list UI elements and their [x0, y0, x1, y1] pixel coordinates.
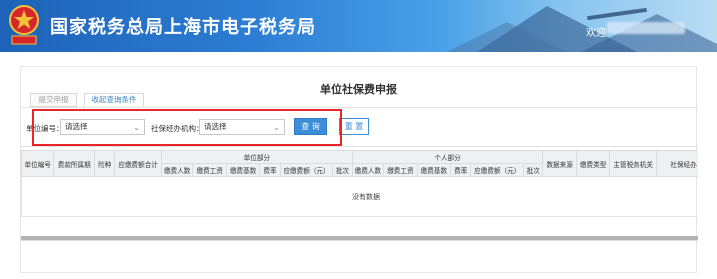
column-header[interactable]: 缴费人数 [160, 163, 194, 177]
welcome-text: 欢迎 [586, 28, 606, 39]
column-header[interactable]: 应缴费额（元） [470, 163, 525, 177]
column-header[interactable]: 社保经办 [656, 150, 698, 177]
main-panel: 单位社保费申报 提交申报 收起查询条件 单位编号： 请选择 ⌄ 社保经办机构： … [20, 66, 698, 273]
column-header[interactable]: 费率 [259, 163, 281, 177]
reset-button[interactable]: 重 置 [339, 118, 369, 135]
highlight-box [32, 109, 342, 146]
column-header[interactable]: 缴费人数 [351, 163, 385, 177]
column-header[interactable]: 应缴费额合计 [114, 150, 162, 177]
site-title: 国家税务总局上海市电子税务局 [50, 17, 316, 38]
group-header-unit: 单位部分 [160, 150, 353, 164]
tab-submit-declaration[interactable]: 提交申报 [30, 93, 77, 107]
column-header[interactable]: 数据来源 [542, 150, 577, 177]
tab-collapse-query[interactable]: 收起查询条件 [84, 93, 144, 107]
username-redacted [607, 22, 685, 34]
column-header[interactable]: 费款所属期 [53, 150, 96, 177]
column-header[interactable]: 费率 [450, 163, 472, 177]
data-table: 单位编号 费款所属期 险种 应缴费额合计 单位部分 个人部分 数据来源 缴费类型… [21, 150, 698, 230]
divider [21, 240, 698, 241]
column-header[interactable]: 缴费类型 [575, 150, 611, 177]
column-header[interactable]: 缴费基数 [416, 163, 452, 177]
empty-message: 没有数据 [21, 176, 698, 217]
column-header[interactable]: 批次 [332, 163, 353, 177]
tax-emblem-icon [9, 5, 39, 45]
column-header[interactable]: 缴费工资 [192, 163, 227, 177]
column-header[interactable]: 缴费基数 [225, 163, 261, 177]
mountain-decoration [447, 22, 567, 52]
column-header[interactable]: 批次 [523, 163, 544, 177]
group-header-personal: 个人部分 [351, 150, 544, 164]
site-header: 国家税务总局上海市电子税务局 欢迎 [0, 0, 717, 52]
column-header[interactable]: 主管税务机关 [609, 150, 658, 177]
column-header[interactable]: 单位编号 [21, 150, 55, 177]
column-header[interactable]: 应缴费额（元） [279, 163, 334, 177]
column-header[interactable]: 险种 [94, 150, 116, 177]
column-header[interactable]: 缴费工资 [383, 163, 418, 177]
